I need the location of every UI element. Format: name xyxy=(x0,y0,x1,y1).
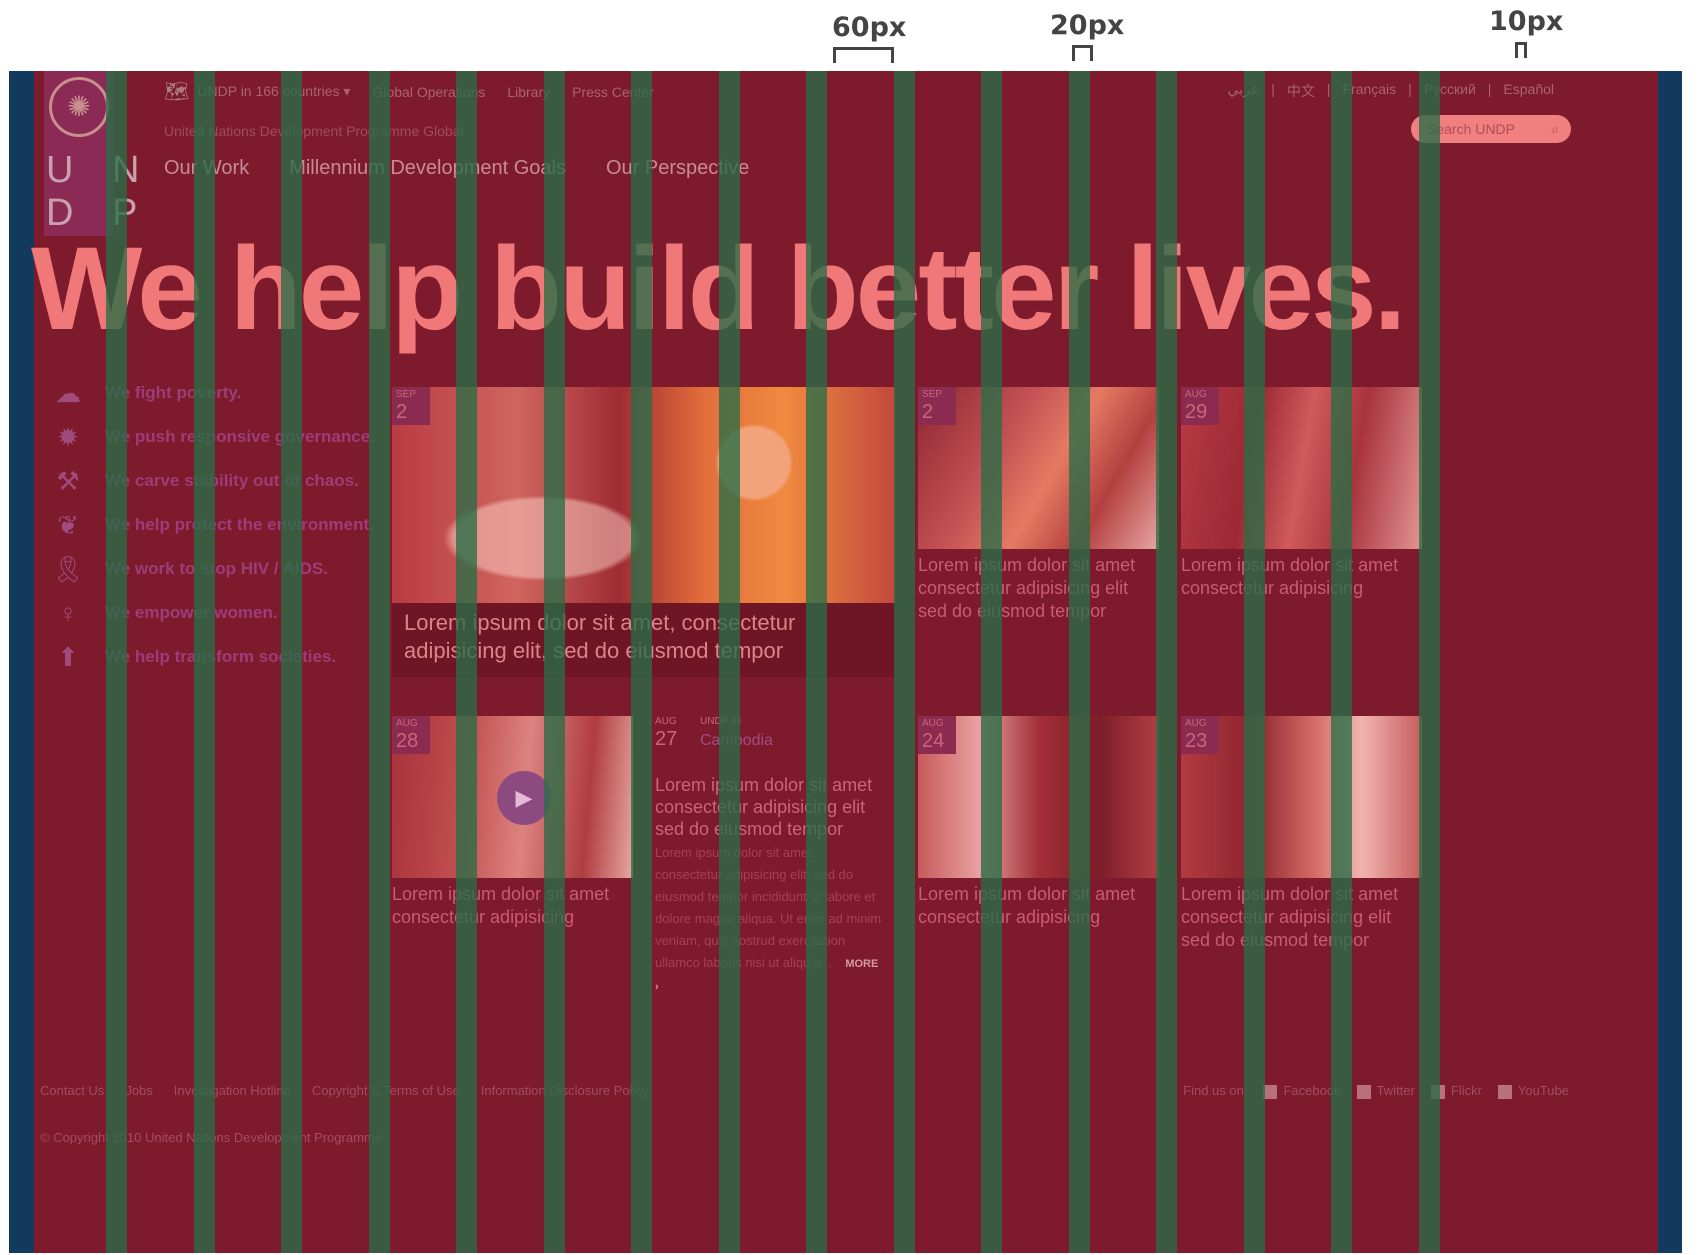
youtube-link[interactable]: YouTube xyxy=(1497,1083,1569,1099)
annotation-20px-bracket xyxy=(1072,45,1093,61)
cause-label: We help protect the environment. xyxy=(105,515,374,534)
lang-russian[interactable]: Русский xyxy=(1424,81,1476,101)
seal-icon: ✹ xyxy=(57,421,79,452)
leaf-icon: ❦ xyxy=(57,509,79,540)
annotation-60px-bracket xyxy=(833,47,894,63)
search-input[interactable]: Search UNDP ⌕ xyxy=(1411,115,1571,143)
date-badge: AUG 24 xyxy=(918,716,956,754)
cause-label: We fight poverty. xyxy=(105,383,242,402)
footer-link[interactable]: Information Disclosure Policy xyxy=(481,1083,649,1098)
cause-label: We push responsive governance. xyxy=(105,427,375,446)
annotation-20px: 20px xyxy=(1050,10,1125,41)
annotation-10px: 10px xyxy=(1489,6,1564,37)
footer-link[interactable]: Copyright & Terms of Use xyxy=(312,1083,460,1098)
tools-icon: ⚒ xyxy=(56,465,80,496)
story-caption[interactable]: Lorem ipsum dolor sit amet consectetur a… xyxy=(1181,554,1411,600)
hero-title: We help build better lives. xyxy=(31,223,1406,355)
footer-links: Contact Us Jobs Investigation Hotline Co… xyxy=(40,1083,648,1098)
search-icon[interactable]: ⌕ xyxy=(1551,115,1559,143)
featured-caption[interactable]: Lorem ipsum dolor sit amet, consectetur … xyxy=(404,609,824,665)
cause-label: We help transform societies. xyxy=(105,647,337,666)
lang-chinese[interactable]: 中文 xyxy=(1287,81,1315,101)
site-subtitle: United Nations Development Programme Glo… xyxy=(164,123,464,139)
twitter-link[interactable]: Twitter xyxy=(1356,1083,1415,1099)
date-badge: AUG 23 xyxy=(1181,716,1219,754)
ribbon-icon: 🎗 xyxy=(51,553,85,584)
find-us-label: Find us on: xyxy=(1183,1083,1248,1099)
cause-item[interactable]: 🎗 We work to stop HIV / AIDS. xyxy=(47,547,375,591)
facebook-icon xyxy=(1263,1084,1278,1099)
cloud-icon: ☁ xyxy=(55,377,81,408)
link-press-center[interactable]: Press Center xyxy=(572,84,654,100)
cause-item[interactable]: ❦ We help protect the environment. xyxy=(47,503,375,547)
footer-link[interactable]: Jobs xyxy=(125,1083,152,1098)
date-badge: SEP 2 xyxy=(392,387,430,425)
cause-item[interactable]: ✹ We push responsive governance. xyxy=(47,415,375,459)
social-links: Find us on: Facebook Twitter Flickr YouT… xyxy=(1183,1083,1569,1099)
link-library[interactable]: Library xyxy=(507,84,550,100)
twitter-icon xyxy=(1356,1084,1371,1099)
search-placeholder: Search UNDP xyxy=(1427,121,1515,137)
nav-mdgs[interactable]: Millennium Development Goals xyxy=(289,157,566,180)
flickr-icon xyxy=(1430,1084,1445,1099)
arrow-up-icon: ⬆ xyxy=(57,641,79,672)
play-icon[interactable]: ▶ xyxy=(497,771,551,825)
cause-label: We empower women. xyxy=(105,603,278,622)
main-nav: Our Work Millennium Development Goals Ou… xyxy=(164,157,749,180)
date-month: AUG xyxy=(655,716,677,727)
cause-item[interactable]: ⬆ We help transform societies. xyxy=(47,635,375,679)
featured-photo[interactable] xyxy=(392,387,895,603)
country-link[interactable]: Cambodia xyxy=(700,732,773,750)
cause-item[interactable]: ☁ We fight poverty. xyxy=(47,371,375,415)
cause-label: We carve stability out of chaos. xyxy=(105,471,359,490)
youtube-icon xyxy=(1497,1084,1512,1099)
country-label: UNDP IN xyxy=(700,716,741,727)
story-caption[interactable]: Lorem ipsum dolor sit amet consectetur a… xyxy=(1181,883,1411,952)
country-story: AUG UNDP IN 27 Cambodia Lorem ipsum dolo… xyxy=(655,716,895,1016)
flickr-link[interactable]: Flickr xyxy=(1430,1083,1482,1099)
utility-nav: 🗺 UNDP in 166 countries ▾ Global Operati… xyxy=(164,79,654,104)
cause-item[interactable]: ⚒ We carve stability out of chaos. xyxy=(47,459,375,503)
cause-item[interactable]: ♀ We empower women. xyxy=(47,591,375,635)
story-lead[interactable]: Lorem ipsum dolor sit amet consectetur a… xyxy=(655,774,885,840)
copyright-text: © Copyright 2010 United Nations Developm… xyxy=(40,1130,382,1145)
link-global-operations[interactable]: Global Operations xyxy=(372,84,485,100)
nav-our-perspective[interactable]: Our Perspective xyxy=(606,157,749,180)
footer-link[interactable]: Investigation Hotline xyxy=(174,1083,291,1098)
story-body: Lorem ipsum dolor sit amet, consectetur … xyxy=(655,845,882,993)
country-selector[interactable]: UNDP in 166 countries ▾ xyxy=(197,83,350,100)
cause-label: We work to stop HIV / AIDS. xyxy=(105,559,328,578)
lang-french[interactable]: Français xyxy=(1342,81,1396,101)
world-map-icon: 🗺 xyxy=(164,81,190,103)
lang-arabic[interactable]: عربي xyxy=(1228,81,1260,101)
story-caption[interactable]: Lorem ipsum dolor sit amet consectetur a… xyxy=(392,883,622,929)
nav-our-work[interactable]: Our Work xyxy=(164,157,249,180)
story-caption[interactable]: Lorem ipsum dolor sit amet consectetur a… xyxy=(918,554,1148,623)
date-badge: AUG 29 xyxy=(1181,387,1219,425)
language-switcher: عربي | 中文 | Français | Русский | Español xyxy=(1227,81,1554,101)
story-caption[interactable]: Lorem ipsum dolor sit amet consectetur a… xyxy=(918,883,1148,929)
female-icon: ♀ xyxy=(58,597,78,628)
date-day: 27 xyxy=(655,728,678,750)
page-mockup: ✺ U N D P 🗺 UNDP in 166 countries ▾ Glob… xyxy=(9,71,1682,1253)
facebook-link[interactable]: Facebook xyxy=(1263,1083,1341,1099)
date-badge: AUG 28 xyxy=(392,716,430,754)
footer-link[interactable]: Contact Us xyxy=(40,1083,104,1098)
grid-gutter xyxy=(1419,71,1440,1253)
causes-list: ☁ We fight poverty. ✹ We push responsive g… xyxy=(47,371,375,679)
canvas-edge-right xyxy=(1658,71,1682,1253)
annotation-10px-bracket xyxy=(1515,42,1527,58)
un-emblem-icon: ✺ xyxy=(49,77,109,137)
undp-logo[interactable]: ✺ U N D P xyxy=(44,71,139,236)
date-badge: SEP 2 xyxy=(918,387,956,425)
lang-spanish[interactable]: Español xyxy=(1503,81,1554,101)
annotation-60px: 60px xyxy=(832,12,907,43)
